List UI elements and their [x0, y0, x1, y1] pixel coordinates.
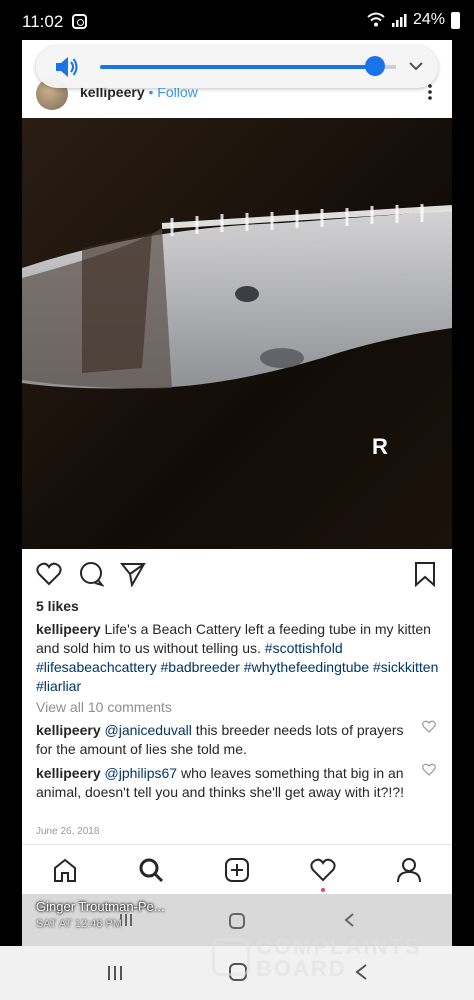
overlay-author-name: Ginger Troutman-Pe...: [36, 899, 165, 914]
battery-icon: [451, 11, 460, 29]
watermark-logo-icon: [212, 938, 250, 976]
signal-icon: [391, 14, 407, 27]
comment-like-heart-icon[interactable]: [422, 720, 436, 733]
instagram-notification-icon: [72, 14, 87, 29]
comment-like-heart-icon[interactable]: [422, 763, 436, 776]
recents-icon[interactable]: [106, 964, 124, 982]
search-icon[interactable]: [138, 857, 164, 883]
comment-username[interactable]: kellipeery: [36, 765, 101, 781]
complaintsboard-watermark: COMPLAINTS BOARD: [212, 930, 442, 982]
xray-marker: R: [372, 434, 388, 459]
comment-mention[interactable]: @jphilips67: [105, 765, 178, 781]
home-icon[interactable]: [52, 857, 78, 883]
comment-username[interactable]: kellipeery: [36, 722, 101, 738]
comment-item: kellipeery @janiceduvall this breeder ne…: [36, 721, 416, 759]
share-icon[interactable]: [120, 561, 146, 587]
view-all-comments-link[interactable]: View all 10 comments: [36, 699, 172, 715]
instagram-bottom-nav: [22, 844, 452, 894]
volume-slider-thumb[interactable]: [365, 56, 385, 76]
status-bar: 11:02 24%: [0, 0, 474, 44]
post-caption: kellipeery Life's a Beach Cattery left a…: [36, 620, 440, 696]
status-time: 11:02: [22, 12, 64, 31]
caption-username[interactable]: kellipeery: [36, 621, 101, 637]
overlay-timestamp: SAT AT 12:48 PM: [36, 918, 123, 930]
speaker-icon[interactable]: [54, 55, 80, 79]
watermark-line2: BOARD: [256, 956, 347, 981]
volume-slider-track[interactable]: [100, 65, 375, 69]
back-icon[interactable]: [342, 912, 356, 928]
chevron-down-icon[interactable]: [408, 59, 424, 73]
comment-icon[interactable]: [78, 561, 104, 587]
battery-percent: 24%: [412, 11, 445, 28]
comment-item: kellipeery @jphilips67 who leaves someth…: [36, 764, 416, 802]
heart-icon[interactable]: [36, 561, 62, 587]
add-icon[interactable]: [224, 857, 250, 883]
activity-icon[interactable]: [310, 857, 336, 883]
volume-panel[interactable]: [36, 46, 438, 88]
profile-icon[interactable]: [396, 857, 422, 883]
wifi-icon: [367, 12, 385, 27]
comment-mention[interactable]: @janiceduvall: [105, 722, 192, 738]
activity-dot: [321, 888, 325, 892]
status-indicators: 24%: [367, 11, 460, 29]
instagram-post-screenshot: kellipeery • Follow R 5 likes kellipeery…: [22, 40, 452, 946]
home-button-icon[interactable]: [228, 912, 246, 930]
bookmark-icon[interactable]: [412, 561, 438, 587]
likes-count[interactable]: 5 likes: [36, 598, 79, 614]
more-icon[interactable]: [428, 84, 432, 100]
xray-illustration: R: [22, 204, 452, 459]
post-actions: [22, 549, 452, 595]
post-date: June 26, 2018: [36, 826, 100, 837]
post-image-xray[interactable]: R: [22, 118, 452, 549]
